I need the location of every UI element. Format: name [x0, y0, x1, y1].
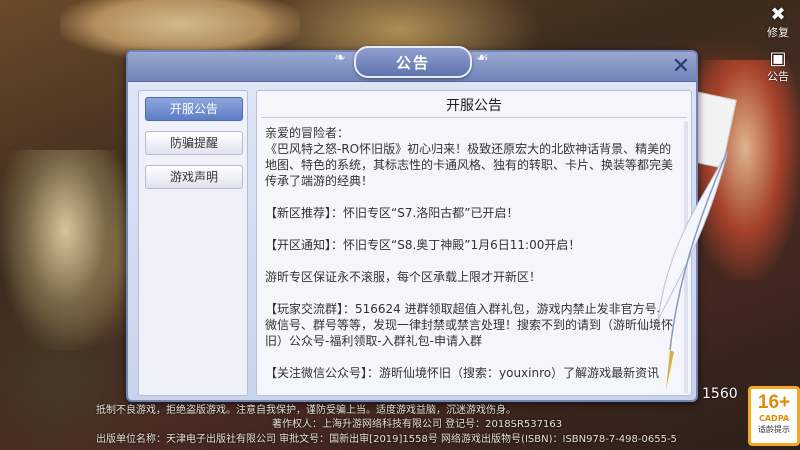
version-number: 1560: [702, 386, 738, 402]
tab-game-statement[interactable]: 游戏声明: [145, 165, 243, 189]
content-divider: [261, 117, 687, 118]
close-x-icon: ✕: [671, 54, 691, 79]
cadpa-label: CADPA: [758, 414, 790, 423]
copyright-holder: 著作权人：上海升游网络科技有限公司 登记号：2018SR537163: [272, 419, 563, 430]
wechat-follow-info: 【关注微信公众号】：游昕仙境怀旧（搜索：youxinro）了解游戏最新资讯: [265, 366, 660, 380]
announcement-body: 亲爱的冒险者： 《巴风特之怒-RO怀旧版》初心归来！极致还原宏大的北欧神话背景、…: [265, 125, 677, 381]
wing-right-icon: ☙: [476, 50, 489, 66]
tab-server-open-notice[interactable]: 开服公告: [145, 97, 243, 121]
announcement-dialog: ❧ 公告 ☙ ✕ 开服公告 防骗提醒 游戏声明 开服公告 亲爱的冒险者： 《巴风…: [126, 46, 698, 402]
age-rating: 16+: [757, 392, 791, 413]
close-button[interactable]: ✕: [668, 54, 694, 80]
dialog-title: 公告: [354, 46, 472, 78]
greeting: 亲爱的冒险者：: [265, 126, 350, 140]
intro-paragraph: 《巴风特之怒-RO怀旧版》初心归来！极致还原宏大的北欧神话背景、精美的地图、特色…: [265, 142, 674, 188]
no-merge-guarantee: 游昕专区保证永不滚服，每个区承载上限才开新区！: [265, 270, 542, 284]
notice-label: 公告: [767, 70, 789, 83]
notice-icon: ▣: [769, 48, 787, 69]
wing-left-icon: ❧: [334, 50, 346, 66]
publisher-info: 出版单位名称：天津电子出版社有限公司 审批文号：国新出审[2019]1558号 …: [96, 434, 677, 445]
server-open-notice: 【开区通知】：怀旧专区“S8.奥丁神殿”1月6日11:00开启！: [265, 238, 581, 252]
content-title: 开服公告: [446, 98, 502, 114]
background-character-left: [0, 150, 130, 350]
age-tip-label: 适龄提示: [758, 425, 790, 434]
tab-panel: 开服公告 防骗提醒 游戏声明: [138, 90, 248, 396]
anti-addiction-notice: 抵制不良游戏，拒绝盗版游戏。注意自我保护，谨防受骗上当。适度游戏益脑，沉迷游戏伤…: [96, 405, 516, 416]
cadpa-age-rating-badge[interactable]: 16+ CADPA 适龄提示: [748, 386, 800, 446]
dialog-header: ❧ 公告 ☙ ✕: [128, 46, 696, 82]
quill-pen-icon: [657, 150, 729, 390]
notice-button[interactable]: ▣ 公告: [760, 50, 796, 84]
repair-label: 修复: [767, 26, 789, 39]
content-panel[interactable]: 开服公告 亲爱的冒险者： 《巴风特之怒-RO怀旧版》初心归来！极致还原宏大的北欧…: [256, 90, 692, 396]
new-server-recommend: 【新区推荐】：怀旧专区“S7.洛阳古都”已开启！: [265, 206, 519, 220]
wrench-icon: ✖: [770, 4, 786, 25]
repair-button[interactable]: ✖ 修复: [760, 6, 796, 40]
tab-anti-fraud[interactable]: 防骗提醒: [145, 131, 243, 155]
player-group-info: 【玩家交流群】：516624 进群领取超值入群礼包，游戏内禁止发非官方号、微信号…: [265, 302, 674, 348]
